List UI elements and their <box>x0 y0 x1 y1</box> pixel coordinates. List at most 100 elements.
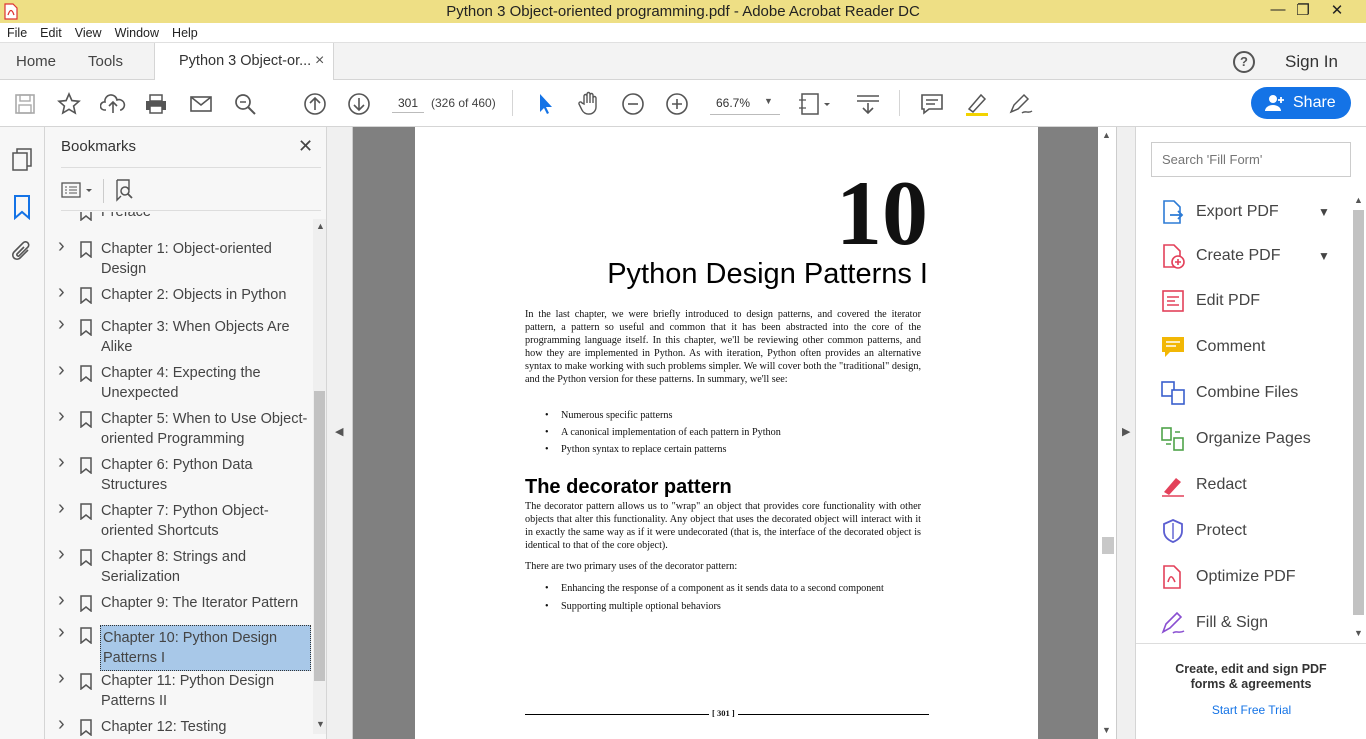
document-scrollbar[interactable]: ▲ ▼ <box>1098 127 1116 739</box>
chevron-right-icon[interactable]: › <box>58 590 65 610</box>
share-button-label: Share <box>1293 94 1336 111</box>
bookmarks-panel-icon[interactable] <box>12 194 32 225</box>
document-scroll-thumb[interactable] <box>1102 537 1114 554</box>
redact-icon <box>1162 478 1184 497</box>
bookmark-label: Chapter 5: When to Use Object-oriented P… <box>101 411 308 447</box>
tab-tools[interactable]: Tools <box>88 43 123 80</box>
chevron-down-icon[interactable]: ▼ <box>1318 249 1330 263</box>
page-thumbnails-icon[interactable] <box>10 147 34 176</box>
chevron-right-icon[interactable]: › <box>58 406 65 426</box>
sign-icon[interactable] <box>1007 90 1035 118</box>
sign-in-button[interactable]: Sign In <box>1285 52 1338 72</box>
bookmark-options-icon[interactable] <box>61 180 97 205</box>
chevron-right-icon[interactable]: ▶ <box>1122 425 1130 438</box>
section-paragraph: The decorator pattern allows us to "wrap… <box>525 501 921 551</box>
zoom-out-icon[interactable] <box>619 90 647 118</box>
tools-pane: Export PDF ▼ Create PDF ▼ Edit PDF Comme… <box>1135 127 1366 739</box>
menu-window[interactable]: Window <box>108 23 165 40</box>
close-panel-icon[interactable]: ✕ <box>298 136 313 157</box>
zoom-select[interactable]: 66.7% ▼ <box>710 93 780 115</box>
tool-export-pdf[interactable]: Export PDF ▼ <box>1160 196 1349 228</box>
bookmark-label: Chapter 1: Object-oriented Design <box>101 241 272 277</box>
star-icon[interactable] <box>55 90 83 118</box>
bookmark-icon <box>80 595 92 612</box>
find-bookmark-icon[interactable] <box>113 178 137 207</box>
menu-bar: File Edit View Window Help <box>0 23 1366 43</box>
save-icon[interactable] <box>11 90 39 118</box>
maximize-button[interactable]: ❐ <box>1288 1 1318 21</box>
tab-close-icon[interactable]: × <box>315 52 324 70</box>
tool-optimize-pdf[interactable]: Optimize PDF <box>1160 561 1349 593</box>
chevron-right-icon[interactable]: › <box>58 452 65 472</box>
tool-label: Comment <box>1196 338 1266 355</box>
previous-page-icon[interactable] <box>301 90 329 118</box>
menu-view[interactable]: View <box>68 23 108 40</box>
tool-create-pdf[interactable]: Create PDF ▼ <box>1160 240 1349 272</box>
bookmarks-scroll-thumb[interactable] <box>314 391 325 681</box>
document-viewer[interactable]: ◀ 10 Python Design Patterns I In the las… <box>327 127 1135 739</box>
chevron-right-icon[interactable]: › <box>58 622 65 642</box>
tool-protect[interactable]: Protect <box>1160 515 1349 547</box>
tools-scrollbar[interactable]: ▲ ▼ <box>1350 192 1366 642</box>
title-bar: Python 3 Object-oriented programming.pdf… <box>0 0 1366 23</box>
tool-redact[interactable]: Redact <box>1160 469 1349 501</box>
share-button[interactable]: Share <box>1251 87 1351 119</box>
page-count-label: (326 of 460) <box>431 96 496 110</box>
menu-edit[interactable]: Edit <box>33 23 68 40</box>
bookmarks-title: Bookmarks <box>61 138 137 155</box>
next-page-icon[interactable] <box>345 90 373 118</box>
chevron-right-icon[interactable]: › <box>58 360 65 380</box>
bookmark-label: Preface <box>101 212 151 220</box>
bookmark-label: Chapter 11: Python Design Patterns II <box>101 673 275 709</box>
close-window-button[interactable]: ✕ <box>1322 1 1352 21</box>
attachments-icon[interactable] <box>10 240 34 271</box>
menu-help[interactable]: Help <box>165 23 204 40</box>
tool-combine-files[interactable]: Combine Files <box>1160 377 1349 409</box>
select-tool-icon[interactable] <box>531 90 559 118</box>
chevron-right-icon[interactable]: › <box>58 236 65 256</box>
tool-edit-pdf[interactable]: Edit PDF <box>1160 285 1349 317</box>
chevron-right-icon[interactable]: › <box>58 498 65 518</box>
highlight-icon[interactable] <box>963 90 991 118</box>
chevron-down-icon[interactable]: ▼ <box>1318 205 1330 219</box>
chevron-right-icon[interactable]: › <box>58 314 65 334</box>
tool-comment[interactable]: Comment <box>1160 331 1349 363</box>
help-icon[interactable]: ? <box>1233 51 1255 73</box>
tab-document-label: Python 3 Object-or... <box>179 53 312 69</box>
list-item: A canonical implementation of each patte… <box>525 424 925 441</box>
tool-fill-sign[interactable]: Fill & Sign <box>1160 607 1349 639</box>
zoom-in-icon[interactable] <box>663 90 691 118</box>
collapse-left-pane[interactable]: ◀ <box>327 127 353 739</box>
chevron-down-icon: ▼ <box>764 96 773 106</box>
bookmarks-scrollbar[interactable]: ▲ ▼ <box>313 219 326 734</box>
tab-document[interactable]: Python 3 Object-or... × <box>154 43 334 81</box>
find-zoom-icon[interactable] <box>231 90 259 118</box>
chevron-right-icon[interactable]: › <box>58 668 65 688</box>
tools-scroll-thumb[interactable] <box>1353 210 1364 615</box>
bookmark-label: Chapter 2: Objects in Python <box>101 287 287 303</box>
upload-icon[interactable] <box>99 90 127 118</box>
chevron-left-icon[interactable]: ◀ <box>335 425 343 438</box>
menu-file[interactable]: File <box>0 23 33 40</box>
chevron-right-icon[interactable]: › <box>58 544 65 564</box>
bookmark-label: Chapter 8: Strings and Serialization <box>101 549 247 585</box>
hand-tool-icon[interactable] <box>575 90 603 118</box>
organize-pages-icon <box>1161 427 1184 451</box>
chevron-right-icon[interactable]: › <box>58 714 65 734</box>
protect-icon <box>1163 519 1183 543</box>
bookmark-icon <box>80 365 92 382</box>
scrolling-mode-icon[interactable] <box>854 90 882 118</box>
chevron-right-icon[interactable]: › <box>58 282 65 302</box>
print-icon[interactable] <box>142 90 170 118</box>
page-number-input[interactable]: 301 <box>392 93 424 113</box>
fill-form-search-input[interactable] <box>1151 142 1351 177</box>
email-icon[interactable] <box>187 90 215 118</box>
tab-home[interactable]: Home <box>16 43 56 80</box>
start-free-trial-link[interactable]: Start Free Trial <box>1136 703 1366 717</box>
bookmark-label: Chapter 10: Python Design Patterns I <box>100 625 311 671</box>
expand-right-pane[interactable]: ▶ <box>1116 127 1135 739</box>
tool-label: Protect <box>1196 522 1247 539</box>
comment-icon[interactable] <box>918 90 946 118</box>
page-display-icon[interactable] <box>797 90 835 118</box>
tool-organize-pages[interactable]: Organize Pages <box>1160 423 1349 455</box>
